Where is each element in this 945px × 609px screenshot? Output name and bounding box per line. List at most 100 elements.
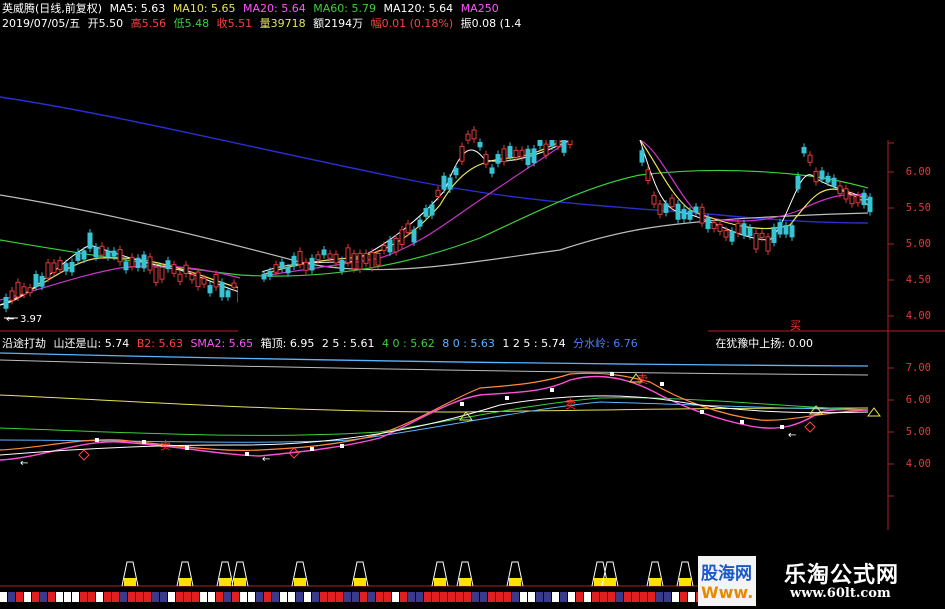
signal-block: [88, 592, 95, 602]
candle-body: [657, 203, 663, 215]
candle-body: [429, 204, 435, 216]
candle-body: [753, 232, 759, 250]
price-label-400: 4.00: [905, 310, 931, 322]
signal-block: [0, 592, 7, 602]
candle-body: [759, 232, 765, 238]
signal-block: [200, 592, 207, 602]
candle-body: [345, 247, 351, 264]
signal-block: [488, 592, 495, 602]
signal-block: [672, 592, 679, 602]
candle-body: [105, 250, 111, 258]
signal-block: [688, 592, 695, 602]
candle-body: [159, 266, 165, 280]
candle-body: [705, 217, 711, 230]
candle-body: [843, 188, 849, 200]
signal-block: [656, 592, 663, 602]
candle-body: [111, 250, 117, 257]
signal-block: [520, 592, 527, 602]
candle-body: [315, 254, 321, 261]
sell-mark-2: 卖: [565, 398, 576, 411]
candle-body: [387, 239, 393, 253]
square-marker: [740, 420, 744, 424]
square-marker: [550, 388, 554, 392]
candle-body: [33, 274, 39, 288]
candle-body: [561, 139, 567, 153]
indicator-name[interactable]: 沿途打劫: [2, 337, 46, 350]
chart-canvas[interactable]: ← 3.97 卖 卖 卖 买 ← ← ←: [0, 0, 945, 609]
sma2-value: SMA2: 5.65: [190, 337, 254, 350]
candle-body: [171, 264, 177, 274]
candle-body: [333, 253, 339, 264]
buy-mark: 买: [790, 319, 801, 332]
signal-block: [384, 592, 391, 602]
candle-body: [489, 167, 495, 174]
candle-body: [27, 287, 33, 294]
signal-block: [512, 592, 519, 602]
candle-body: [735, 222, 741, 234]
arrow-mark-3: ←: [788, 430, 796, 441]
signal-block: [432, 592, 439, 602]
square-marker: [700, 410, 704, 414]
signal-highlight: [124, 578, 136, 586]
square-marker: [660, 382, 664, 386]
signal-block: [96, 592, 103, 602]
signal-block: [312, 592, 319, 602]
stock-title[interactable]: 英威腾(日线,前复权): [2, 2, 102, 15]
candle-body: [381, 245, 387, 251]
candle-body: [741, 223, 747, 236]
square-marker: [310, 447, 314, 451]
arrow-mark-2: ←: [262, 454, 270, 465]
b2-value: B2: 5.63: [136, 337, 183, 350]
candle-body: [543, 143, 549, 156]
signal-block: [160, 592, 167, 602]
candle-body: [123, 261, 129, 271]
signal-block: [240, 592, 247, 602]
signal-block: [136, 592, 143, 602]
candle-body: [465, 133, 471, 141]
candle-body: [447, 177, 453, 190]
candle-body: [51, 262, 57, 273]
candle-body: [411, 229, 417, 243]
amplitude-value: 振0.08: [460, 17, 497, 30]
signal-highlight: [679, 578, 691, 586]
site-watermark: 乐淘公式网 www.60lt.com: [756, 553, 945, 609]
price-label-450: 4.50: [905, 274, 931, 286]
signal-block: [664, 592, 671, 602]
candle-body: [849, 194, 855, 205]
signal-block: [64, 592, 71, 602]
candle-body: [837, 185, 843, 195]
signal-block: [408, 592, 415, 602]
signal-block: [360, 592, 367, 602]
candle-body: [513, 149, 519, 158]
square-marker: [610, 372, 614, 376]
candle-body: [303, 261, 309, 271]
square-marker: [185, 446, 189, 450]
signal-block: [584, 592, 591, 602]
arrow-mark-1: ←: [20, 458, 28, 469]
price-label-500: 5.00: [905, 238, 931, 250]
candle-body: [285, 267, 291, 274]
signal-block: [608, 592, 615, 602]
signal-highlight: [434, 578, 446, 586]
low-value-text: 低5.48: [173, 17, 210, 30]
signal-block: [624, 592, 631, 602]
signal-block: [288, 592, 295, 602]
candle-body: [357, 252, 363, 270]
ma5-value: MA5: 5.63: [109, 2, 166, 15]
signal-block: [392, 592, 399, 602]
ma60-value: MA60: 5.79: [313, 2, 376, 15]
site-url: www.60lt.com: [790, 586, 891, 601]
signal-block: [216, 592, 223, 602]
sell-mark-3: 卖: [637, 373, 648, 386]
indicator-label-700: 7.00: [905, 362, 931, 374]
signal-block: [440, 592, 447, 602]
candle-body: [351, 253, 357, 270]
candle-body: [771, 226, 777, 243]
candle-body: [129, 256, 135, 268]
candle-body: [717, 223, 723, 232]
candle-body: [327, 253, 333, 259]
signal-block: [400, 592, 407, 602]
signal-highlight: [459, 578, 471, 586]
signal-block: [536, 592, 543, 602]
candle-body: [87, 232, 93, 249]
